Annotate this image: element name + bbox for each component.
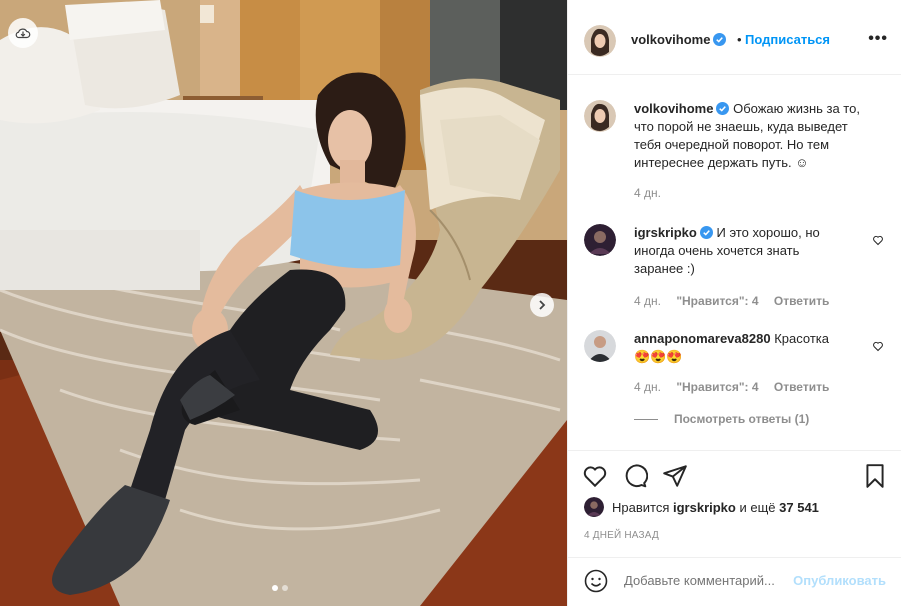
like-comment-heart-icon[interactable]: [872, 234, 884, 246]
reply-button[interactable]: Ответить: [774, 380, 829, 394]
reply-button[interactable]: Ответить: [774, 294, 829, 308]
like-heart-icon[interactable]: [582, 463, 608, 489]
share-direct-icon[interactable]: [662, 463, 688, 489]
comment-author-avatar[interactable]: [584, 224, 616, 256]
comment-item: annaponomareva8280 Красотка 😍😍😍 4 дн. "Н…: [584, 330, 884, 400]
comment-author[interactable]: igrskripko: [634, 225, 713, 240]
avatar-image: [584, 224, 616, 256]
avatar-image: [584, 330, 616, 362]
more-options-button[interactable]: •••: [868, 30, 888, 48]
comment-item: igrskripko И это хорошо, но иногда очень…: [584, 224, 884, 314]
likes-count[interactable]: 37 541: [779, 500, 819, 515]
author-username[interactable]: volkovihome: [631, 32, 727, 47]
next-photo-button[interactable]: [530, 293, 554, 317]
avatar-image: [584, 497, 604, 517]
chevron-right-icon: [539, 300, 546, 310]
cloud-download-icon: [15, 28, 31, 39]
add-comment-bar: Опубликовать: [568, 557, 901, 606]
likes-prefix: Нравится: [612, 499, 670, 515]
comment-author[interactable]: annaponomareva8280: [634, 331, 771, 346]
add-comment-input[interactable]: [624, 573, 794, 588]
caption: volkovihome Обожаю жизнь за то, что поро…: [584, 98, 884, 208]
view-replies-label: Посмотреть ответы (1): [674, 412, 810, 426]
post-photo[interactable]: [0, 0, 567, 606]
caption-body: volkovihome Обожаю жизнь за то, что поро…: [634, 100, 864, 172]
comment-author-avatar[interactable]: [584, 330, 616, 362]
caption-author-text: volkovihome: [634, 101, 714, 116]
liker-avatar: [584, 497, 604, 517]
header-separator: •: [737, 32, 742, 47]
verified-badge-icon: [713, 33, 727, 46]
caption-author-avatar[interactable]: [584, 100, 616, 132]
liker-username[interactable]: igrskripko: [673, 500, 736, 515]
carousel-dot: [272, 585, 278, 591]
bookmark-icon[interactable]: [862, 463, 888, 489]
comment-likes-count[interactable]: "Нравится": 4: [676, 294, 758, 308]
avatar-image: [584, 100, 616, 132]
comment-likes-count[interactable]: "Нравится": 4: [676, 380, 758, 394]
save-to-cloud-button[interactable]: [8, 18, 38, 48]
comment-author-text: igrskripko: [634, 225, 697, 240]
verified-badge-icon: [699, 226, 713, 239]
follow-button[interactable]: Подписаться: [745, 32, 830, 47]
author-username-text: volkovihome: [631, 32, 711, 47]
carousel-dot: [282, 585, 288, 591]
post-date[interactable]: 4 ДНЕЙ НАЗАД: [584, 530, 659, 541]
likes-and-more: и ещё: [739, 499, 776, 515]
replies-divider: [634, 418, 658, 420]
likes-summary[interactable]: Нравится igrskripko и ещё 37 541: [584, 497, 819, 517]
photo-scene: [0, 0, 567, 606]
view-replies-button[interactable]: Посмотреть ответы (1): [634, 412, 809, 426]
caption-author[interactable]: volkovihome: [634, 101, 730, 116]
comment-time[interactable]: 4 дн.: [634, 380, 661, 394]
comment-time[interactable]: 4 дн.: [634, 294, 661, 308]
carousel-dots: [272, 585, 288, 591]
publish-comment-button[interactable]: Опубликовать: [793, 573, 886, 588]
comment-body: annaponomareva8280 Красотка 😍😍😍: [634, 330, 844, 366]
caption-meta: 4 дн.: [634, 186, 673, 200]
verified-badge-icon: [716, 102, 730, 115]
avatar-image: [584, 25, 616, 57]
caption-time[interactable]: 4 дн.: [634, 186, 661, 200]
post-actions: Нравится igrskripko и ещё 37 541 4 ДНЕЙ …: [568, 450, 901, 560]
comments-section: volkovihome Обожаю жизнь за то, что поро…: [568, 76, 901, 450]
author-avatar[interactable]: [584, 25, 616, 57]
comment-bubble-icon[interactable]: [622, 463, 648, 489]
comment-meta: 4 дн. "Нравится": 4 Ответить: [634, 380, 841, 394]
post-header: volkovihome • Подписаться •••: [568, 5, 901, 75]
post-side-panel: volkovihome • Подписаться ••• volkovihom…: [567, 0, 901, 606]
comment-meta: 4 дн. "Нравится": 4 Ответить: [634, 294, 841, 308]
like-comment-heart-icon[interactable]: [872, 340, 884, 352]
comment-body: igrskripko И это хорошо, но иногда очень…: [634, 224, 829, 278]
emoji-smiley-icon[interactable]: [584, 569, 608, 593]
